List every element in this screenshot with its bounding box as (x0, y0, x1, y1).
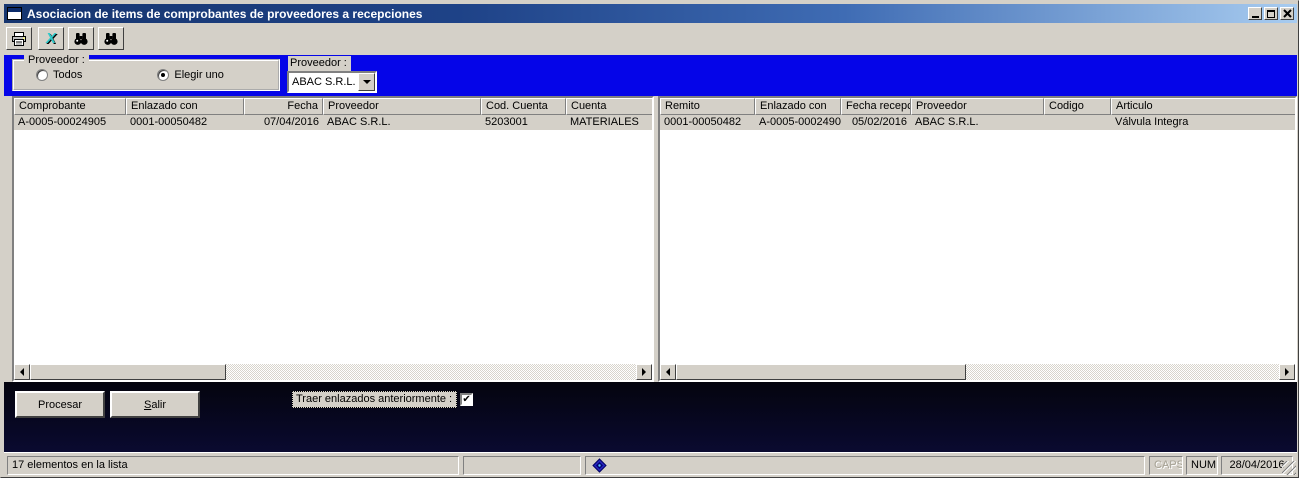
table-cell: 0001-00050482 (126, 115, 244, 130)
resize-grip[interactable] (1282, 461, 1296, 475)
table-cell: ABAC S.R.L. (323, 115, 481, 130)
table-row[interactable]: 0001-00050482A-0005-0002490505/02/2016AB… (660, 115, 1295, 130)
maximize-icon (1267, 10, 1275, 18)
radio-elegir-uno-label: Elegir uno (174, 69, 224, 81)
traer-enlazados-label: Traer enlazados anteriormente : (292, 391, 457, 408)
column-header[interactable]: Proveedor (323, 98, 481, 115)
column-header[interactable]: Cod. Cuenta (481, 98, 566, 115)
comprobantes-listview[interactable]: ComprobanteEnlazado conFechaProveedorCod… (12, 96, 654, 382)
table-cell: A-0005-00024905 (14, 115, 126, 130)
column-header[interactable]: Cuenta (566, 98, 652, 115)
horizontal-scrollbar[interactable] (660, 364, 1295, 380)
radio-todos[interactable]: Todos (36, 69, 82, 81)
scrollbar-thumb[interactable] (30, 364, 226, 380)
app-window: Asociacion de items de comprobantes de p… (0, 0, 1299, 478)
remitos-listview[interactable]: RemitoEnlazado conFecha recepc...Proveed… (658, 96, 1297, 382)
radio-elegir-uno[interactable]: Elegir uno (157, 69, 224, 81)
scroll-right-button[interactable] (636, 364, 652, 380)
column-header[interactable]: Enlazado con (126, 98, 244, 115)
lists-area: ComprobanteEnlazado conFechaProveedorCod… (4, 96, 1297, 382)
binoculars-icon (73, 31, 89, 47)
status-num-indicator: NUM (1186, 456, 1218, 475)
minimize-icon (1252, 16, 1259, 18)
arrow-left-icon (20, 368, 24, 376)
column-header[interactable]: Fecha recepc... (841, 98, 911, 115)
window-title: Asociacion de items de comprobantes de p… (27, 7, 422, 21)
column-header[interactable]: Fecha (244, 98, 323, 115)
column-header[interactable]: Articulo (1111, 98, 1295, 115)
proveedor-combobox[interactable]: ABAC S.R.L. (287, 71, 377, 93)
table-cell: 0001-00050482 (660, 115, 755, 130)
arrow-right-icon (642, 368, 646, 376)
status-panel-empty (463, 456, 581, 475)
maximize-button[interactable] (1264, 7, 1278, 20)
toolbar: X X (4, 23, 1297, 55)
table-cell: MATERIALES (566, 115, 652, 130)
excel-icon: X X (43, 31, 59, 47)
proveedor-combo-label: Proveedor : (288, 56, 351, 71)
action-band: Procesar Salir Traer enlazados anteriorm… (4, 382, 1297, 452)
proveedor-group-label: Proveedor : (24, 54, 89, 66)
proveedor-groupbox: Proveedor : Todos Elegir uno (12, 59, 280, 91)
column-header[interactable]: Enlazado con (755, 98, 841, 115)
table-row[interactable]: A-0005-000249050001-0005048207/04/2016AB… (14, 115, 652, 130)
column-header[interactable]: Comprobante (14, 98, 126, 115)
close-icon (1283, 9, 1292, 18)
scroll-left-button[interactable] (660, 364, 676, 380)
table-cell: Válvula Integra (1111, 115, 1295, 130)
table-cell (1044, 115, 1111, 130)
svg-text:X: X (45, 31, 57, 47)
arrow-left-icon (666, 368, 670, 376)
window-icon (7, 7, 22, 20)
traer-enlazados-checkbox[interactable]: ✔ (460, 393, 473, 406)
radio-elegir-uno-circle[interactable] (157, 69, 169, 81)
radio-todos-label: Todos (53, 69, 82, 81)
scroll-right-button[interactable] (1279, 364, 1295, 380)
table-cell: ABAC S.R.L. (911, 115, 1044, 130)
combo-dropdown-button[interactable] (358, 73, 375, 91)
table-cell: 07/04/2016 (244, 115, 323, 130)
column-header[interactable]: Remito (660, 98, 755, 115)
minimize-button[interactable] (1248, 7, 1262, 20)
close-button[interactable] (1280, 7, 1294, 20)
horizontal-scrollbar[interactable] (14, 364, 652, 380)
scrollbar-thumb[interactable] (676, 364, 966, 380)
print-button[interactable] (6, 27, 32, 50)
chevron-down-icon (363, 80, 371, 84)
export-excel-button[interactable]: X X (38, 27, 64, 50)
status-bar: 17 elementos en la lista CAPS NUM 28/04/… (4, 452, 1297, 476)
filter-band: Proveedor : Todos Elegir uno Proveedor :… (4, 55, 1297, 96)
status-caps-indicator: CAPS (1149, 456, 1183, 475)
scroll-left-button[interactable] (14, 364, 30, 380)
salir-button[interactable]: Salir (110, 391, 200, 418)
column-header[interactable]: Codigo (1044, 98, 1111, 115)
proveedor-combo-value: ABAC S.R.L. (289, 76, 358, 88)
arrow-right-icon (1285, 368, 1289, 376)
diamond-logo-icon (592, 458, 607, 473)
binoculars-icon (103, 31, 119, 47)
column-header[interactable]: Proveedor (911, 98, 1044, 115)
find-button[interactable] (68, 27, 94, 50)
table-cell: 5203001 (481, 115, 566, 130)
procesar-button[interactable]: Procesar (15, 391, 105, 418)
radio-todos-circle[interactable] (36, 69, 48, 81)
titlebar[interactable]: Asociacion de items de comprobantes de p… (4, 4, 1297, 23)
status-panel-app (585, 456, 1145, 475)
table-cell: 05/02/2016 (841, 115, 911, 130)
status-items-count: 17 elementos en la lista (7, 456, 459, 475)
find-next-button[interactable] (98, 27, 124, 50)
table-cell: A-0005-00024905 (755, 115, 841, 130)
traer-enlazados-checkbox-group[interactable]: Traer enlazados anteriormente : ✔ (292, 391, 473, 408)
printer-icon (11, 31, 27, 47)
